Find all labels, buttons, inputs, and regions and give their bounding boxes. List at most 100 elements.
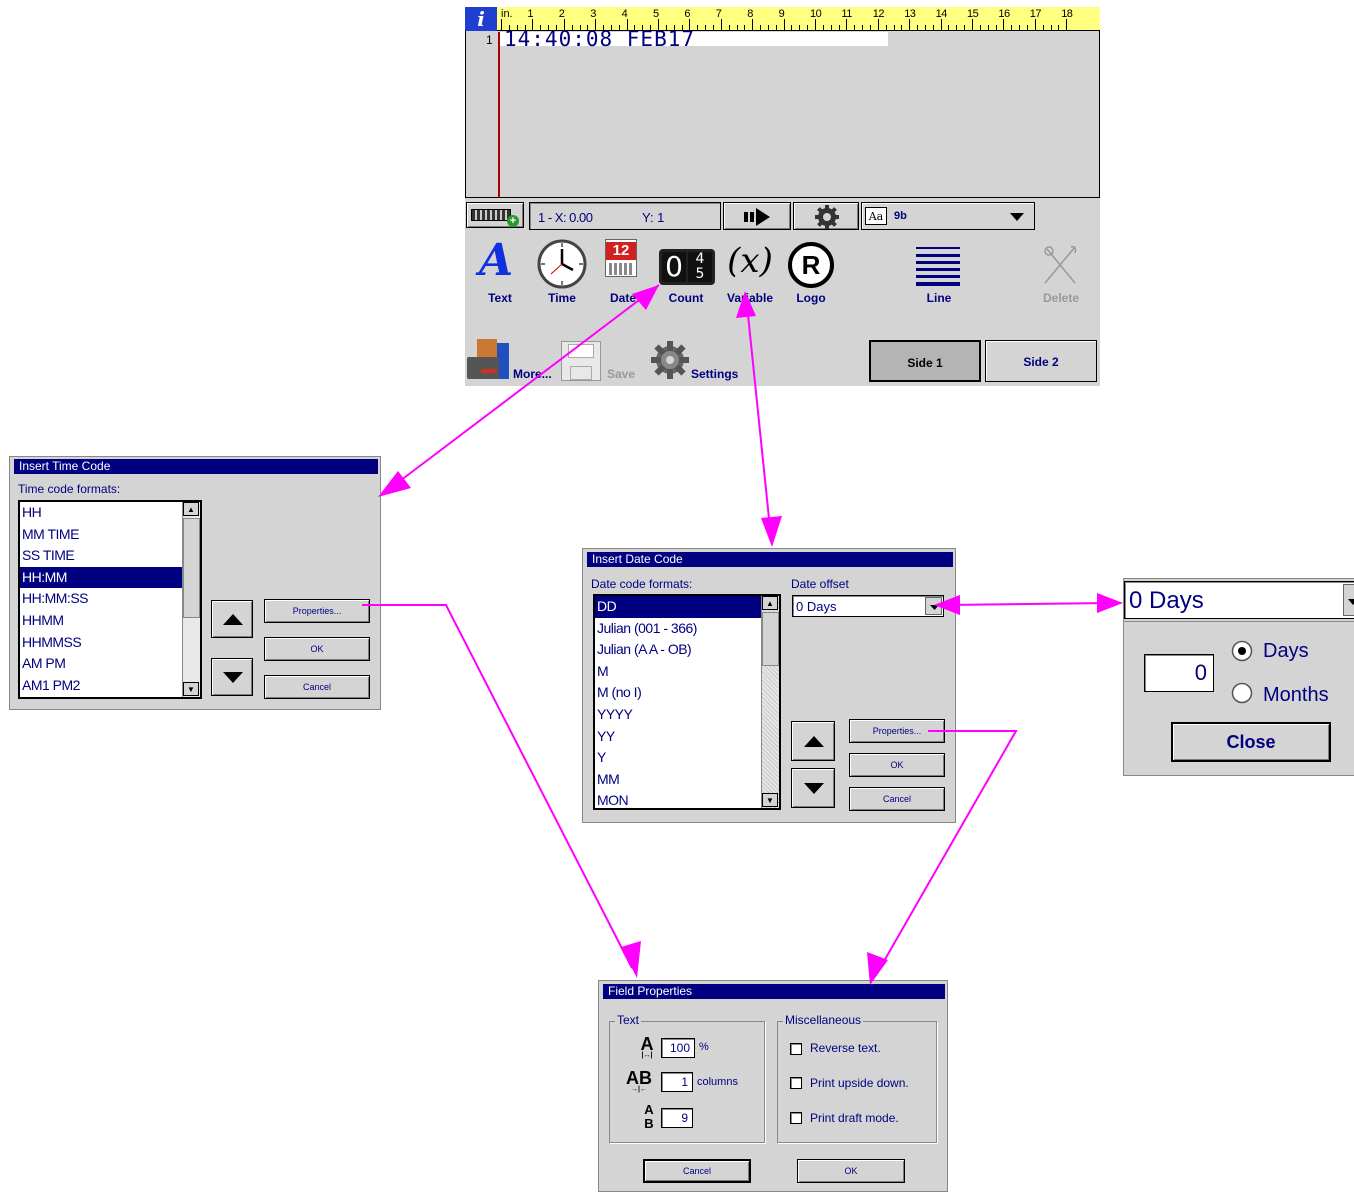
list-item[interactable]: HH:MM:SS xyxy=(20,588,183,610)
list-item[interactable]: MM TIME xyxy=(20,524,183,546)
list-item[interactable]: YYYY xyxy=(595,704,762,726)
scrollbar[interactable]: ▲ ▼ xyxy=(182,502,200,697)
side1-button[interactable]: Side 1 xyxy=(869,340,981,382)
time-code-dialog: Insert Time Code Time code formats: HH MM… xyxy=(9,456,381,710)
list-item[interactable]: YY xyxy=(595,726,762,748)
list-item[interactable]: M xyxy=(595,661,762,683)
add-icon: + xyxy=(507,215,519,227)
properties-button[interactable]: Properties... xyxy=(264,599,370,623)
side2-label: Side 2 xyxy=(1023,355,1059,369)
reverse-checkbox[interactable] xyxy=(790,1043,802,1055)
keyboard-button[interactable]: + xyxy=(466,202,524,228)
ruler-tick-label: 10 xyxy=(810,8,822,20)
dropdown-button[interactable] xyxy=(1343,584,1354,616)
list-item[interactable]: HH xyxy=(20,502,183,524)
move-up-button[interactable] xyxy=(791,721,835,761)
message-canvas[interactable]: 1 14:40:08 FEB17 xyxy=(465,27,1100,198)
dialog-title: Field Properties xyxy=(603,984,945,999)
variable-tool[interactable]: (x) Variable xyxy=(719,241,781,311)
properties-button[interactable]: Properties... xyxy=(849,719,945,743)
list-item[interactable]: M (no I) xyxy=(595,682,762,704)
radio-days[interactable] xyxy=(1231,640,1253,662)
scroll-up-button[interactable]: ▲ xyxy=(183,502,199,516)
count-tool-label: Count xyxy=(668,291,704,305)
list-item[interactable]: AM PM xyxy=(20,653,183,675)
list-item[interactable]: MM xyxy=(595,769,762,791)
ok-button[interactable]: OK xyxy=(797,1159,905,1183)
side1-label: Side 1 xyxy=(907,356,943,370)
char-spacing-field[interactable]: 1 xyxy=(661,1072,693,1092)
arrow-right-icon xyxy=(744,208,770,226)
date-format-list[interactable]: DD Julian (001 - 366) Julian (A A - OB) M M … xyxy=(593,594,781,810)
scroll-thumb[interactable] xyxy=(183,518,200,618)
cancel-button[interactable]: Cancel xyxy=(264,675,370,699)
offset-popup-select[interactable]: 0 Days xyxy=(1124,581,1354,619)
list-item[interactable]: Julian (001 - 366) xyxy=(595,618,762,640)
position-readout: 1 - X: 0.00 Y: 1 xyxy=(529,202,721,230)
draft-mode-checkbox[interactable] xyxy=(790,1112,802,1124)
tool-row: A Text Time 12 Date 0 45 Count (x) Varia… xyxy=(465,235,1100,315)
list-item[interactable]: HHMM xyxy=(20,610,183,632)
ok-button[interactable]: OK xyxy=(849,753,945,777)
move-down-button[interactable] xyxy=(791,768,835,808)
dropdown-button[interactable] xyxy=(925,597,942,615)
ruler-tick-label: 18 xyxy=(1061,8,1073,20)
list-item[interactable]: HH:MM xyxy=(20,566,183,589)
char-width-field[interactable]: 100 xyxy=(661,1038,695,1058)
svg-text:R: R xyxy=(802,250,821,280)
offset-select[interactable]: 0 Days xyxy=(792,595,944,617)
list-item[interactable]: Y xyxy=(595,747,762,769)
list-item[interactable]: MON xyxy=(595,790,762,812)
radio-months[interactable] xyxy=(1231,682,1253,704)
bottom-row: More... Save Settings Side 1 Side 2 xyxy=(465,337,1100,386)
settings-gear-button[interactable] xyxy=(793,202,859,230)
message-text[interactable]: 14:40:08 FEB17 xyxy=(504,27,695,51)
scrollbar[interactable]: ▲ ▼ xyxy=(761,596,779,808)
reverse-label: Reverse text. xyxy=(810,1041,881,1055)
upside-down-label: Print upside down. xyxy=(810,1076,909,1090)
count-tool[interactable]: 0 45 Count xyxy=(655,241,717,311)
save-button[interactable]: Save xyxy=(559,337,639,385)
ok-button[interactable]: OK xyxy=(264,637,370,661)
triangle-up-icon xyxy=(804,736,824,747)
line-tool[interactable]: Line xyxy=(909,241,969,311)
list-item[interactable]: Julian (A A - OB) xyxy=(595,639,762,661)
offset-amount-field[interactable]: 0 xyxy=(1144,654,1214,692)
text-group-label: Text xyxy=(615,1013,642,1027)
ruler-tick-label: 2 xyxy=(558,8,565,20)
list-item[interactable]: HHMMSS xyxy=(20,632,183,654)
delete-tool[interactable]: Delete xyxy=(1031,241,1091,311)
logo-tool[interactable]: R Logo xyxy=(783,241,839,311)
more-button[interactable]: More... xyxy=(465,337,555,385)
move-down-button[interactable] xyxy=(211,658,253,696)
cancel-button[interactable]: Cancel xyxy=(643,1159,751,1183)
side2-button[interactable]: Side 2 xyxy=(985,340,1097,382)
char-width-icon: A |↔| xyxy=(640,1034,654,1059)
variable-tool-label: Variable xyxy=(726,291,774,305)
list-item[interactable]: SS TIME xyxy=(20,545,183,567)
list-item[interactable]: AM1 PM2 xyxy=(20,675,183,697)
close-button[interactable]: Close xyxy=(1171,722,1331,762)
font-select[interactable]: Aa 9b xyxy=(861,202,1035,230)
scroll-down-button[interactable]: ▼ xyxy=(183,682,199,696)
time-tool-label: Time xyxy=(548,291,576,305)
text-icon: A xyxy=(479,235,514,286)
upside-down-checkbox[interactable] xyxy=(790,1077,802,1089)
scroll-down-button[interactable]: ▼ xyxy=(762,793,778,807)
list-item[interactable]: DD xyxy=(595,596,762,618)
scroll-thumb[interactable] xyxy=(762,612,779,666)
calendar-icon: 12 xyxy=(605,239,637,277)
date-tool[interactable]: 12 Date xyxy=(595,239,651,311)
time-format-list[interactable]: HH MM TIME SS TIME HH:MM HH:MM:SS HHMM HHMMSS A… xyxy=(18,500,202,699)
cancel-button[interactable]: Cancel xyxy=(849,787,945,811)
move-up-button[interactable] xyxy=(211,600,253,638)
settings-button[interactable]: Settings xyxy=(647,337,747,385)
time-tool[interactable]: Time xyxy=(533,239,591,311)
triangle-down-icon xyxy=(223,672,243,683)
text-tool[interactable]: A Text xyxy=(473,235,527,311)
forward-button[interactable] xyxy=(723,202,791,230)
scroll-up-button[interactable]: ▲ xyxy=(762,596,778,610)
save-label: Save xyxy=(607,367,636,381)
line-height-field[interactable]: 9 xyxy=(661,1108,693,1128)
delete-tool-label: Delete xyxy=(1042,291,1080,305)
